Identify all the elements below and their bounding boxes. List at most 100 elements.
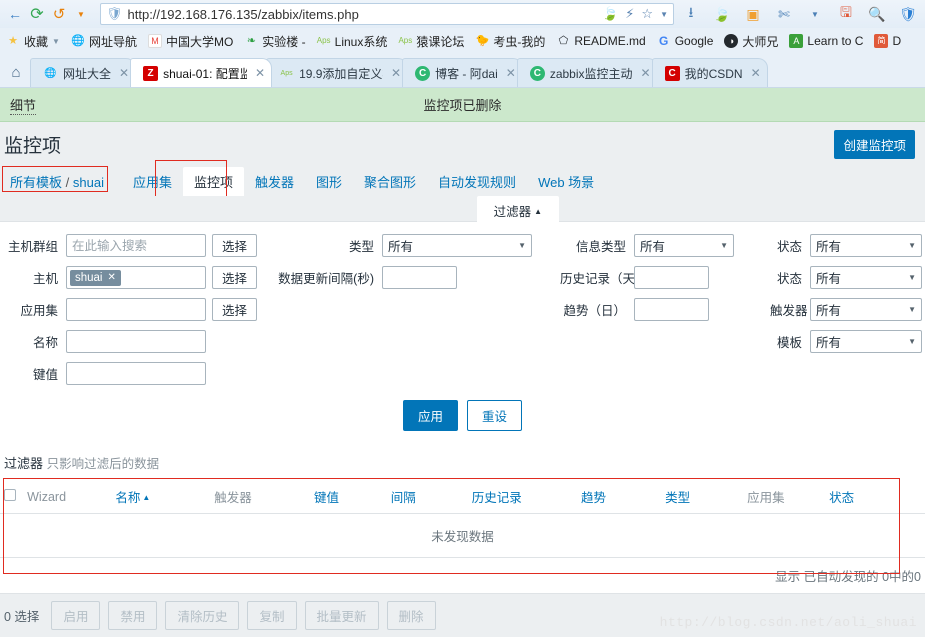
column-trends[interactable]: 趋势	[577, 480, 662, 514]
enable-button[interactable]: 启用	[51, 601, 101, 630]
leaf-icon[interactable]: 🍃	[602, 6, 618, 22]
triggers-select[interactable]: 所有 ▼	[810, 298, 922, 321]
screenshot-icon[interactable]: 🖫	[835, 3, 857, 25]
bookmark-item[interactable]: M 中国大学MO	[147, 33, 233, 50]
bookmark-item[interactable]: G Google	[657, 34, 713, 48]
host-select-button[interactable]: 选择	[212, 266, 258, 289]
chevron-down-icon[interactable]: ▼	[660, 10, 668, 19]
lightning-icon[interactable]: ⚡	[625, 6, 634, 22]
column-key[interactable]: 键值	[310, 480, 387, 514]
magnifier-icon[interactable]: 🔍	[866, 3, 888, 25]
undo-icon[interactable]: ↺	[48, 3, 70, 25]
filter-field-host: 主机 shuai ✕ 选择	[0, 266, 272, 289]
back-arrow-icon[interactable]: ←	[4, 3, 26, 25]
column-history[interactable]: 历史记录	[467, 480, 578, 514]
chevron-down-icon[interactable]: ▼	[804, 3, 826, 25]
browser-tab[interactable]: C 博客 - 阿dai ✕	[402, 58, 523, 87]
nav-tab-web[interactable]: Web 场景	[527, 167, 605, 196]
filter-toggle-tab[interactable]: 过滤器 ▲	[476, 196, 559, 225]
bookmark-item[interactable]: 简 D	[874, 34, 901, 48]
column-interval[interactable]: 间隔	[386, 480, 468, 514]
status-select[interactable]: 所有 ▼	[810, 234, 922, 257]
scissors-icon[interactable]: ✄	[773, 3, 795, 25]
message-details-toggle[interactable]: 细节	[10, 95, 37, 115]
key-input[interactable]	[66, 362, 206, 385]
update-interval-input[interactable]	[382, 266, 457, 289]
breadcrumb-current[interactable]: shuai	[73, 175, 104, 190]
browser-tab[interactable]: Aps 19.9添加自定义模 ✕	[266, 58, 409, 87]
bookmark-item[interactable]: Aps 猿课论坛	[398, 33, 464, 50]
nav-tab-triggers[interactable]: 触发器	[244, 167, 305, 196]
browser-tab-active[interactable]: Z shuai-01: 配置监 ✕	[130, 58, 273, 87]
template-select[interactable]: 所有 ▼	[810, 330, 922, 353]
value-type-select[interactable]: 所有 ▼	[634, 234, 734, 257]
page-title-row: 监控项 创建监控项	[0, 122, 925, 161]
close-icon[interactable]: ✕	[638, 66, 651, 80]
bookmark-item[interactable]: ★ 收藏 ▼	[6, 33, 60, 50]
create-item-button[interactable]: 创建监控项	[834, 130, 915, 159]
disable-button[interactable]: 禁用	[108, 601, 158, 630]
state-select[interactable]: 所有 ▼	[810, 266, 922, 289]
close-icon[interactable]: ✕	[108, 272, 116, 283]
hostgroup-input[interactable]	[66, 234, 206, 257]
apply-button[interactable]: 应用	[402, 400, 458, 431]
nav-tab-applications[interactable]: 应用集	[122, 167, 183, 196]
leaf-icon[interactable]: 🍃	[711, 3, 733, 25]
browser-tab[interactable]: 🌐 网址大全 ✕	[30, 58, 137, 87]
breadcrumb-root[interactable]: 所有模板	[10, 175, 62, 190]
application-input[interactable]	[66, 298, 206, 321]
checkbox-icon[interactable]	[4, 489, 16, 501]
nav-tabs: 应用集 监控项 触发器 图形 聚合图形 自动发现规则 Web 场景	[122, 167, 605, 196]
chevron-down-icon[interactable]: ▼	[70, 3, 92, 25]
breadcrumb[interactable]: 所有模板 / shuai	[4, 168, 110, 195]
star-icon[interactable]: ☆	[641, 6, 653, 22]
filter-field-template: 模板 所有 ▼	[770, 330, 925, 353]
reload-icon[interactable]: ⟳	[26, 3, 48, 25]
bookmark-item[interactable]: ⬠ README.md	[556, 34, 646, 48]
nav-tab-screens[interactable]: 聚合图形	[353, 167, 427, 196]
column-wizard: Wizard	[23, 480, 112, 514]
home-icon[interactable]: ⌂	[2, 57, 30, 87]
address-bar[interactable]: 🛡 http://192.168.176.135/zabbix/items.ph…	[100, 3, 674, 25]
mobile-send-icon[interactable]: ▣	[742, 3, 764, 25]
trends-input[interactable]	[634, 298, 709, 321]
select-all-cell[interactable]	[0, 480, 24, 514]
nav-tab-items[interactable]: 监控项	[182, 167, 244, 196]
close-icon[interactable]: ✕	[748, 66, 761, 80]
bookmark-item[interactable]: ◑ 大师兄	[724, 33, 778, 50]
table-header-row: Wizard 名称 ▲ 触发器 键值 间隔 历史记录 趋势 类型 应用集 状态	[0, 480, 925, 514]
column-name[interactable]: 名称 ▲	[111, 480, 211, 514]
bookmark-item[interactable]: 🐤 考虫-我的	[475, 33, 546, 50]
bookmark-item[interactable]: A Learn to C	[789, 34, 863, 48]
mass-update-button[interactable]: 批量更新	[304, 601, 379, 630]
bookmark-item[interactable]: 🌐 网址导航	[71, 33, 137, 50]
host-multiselect[interactable]: shuai ✕	[66, 266, 206, 289]
name-input[interactable]	[66, 330, 206, 353]
close-icon[interactable]: ✕	[503, 66, 516, 80]
column-status[interactable]: 状态	[825, 480, 925, 514]
filter-field-update-interval: 数据更新间隔(秒)	[272, 266, 560, 289]
close-icon[interactable]: ✕	[252, 66, 265, 80]
copy-button[interactable]: 复制	[247, 601, 297, 630]
download-icon[interactable]: ⭳	[680, 3, 702, 25]
delete-button[interactable]: 删除	[386, 601, 436, 630]
bookmark-item[interactable]: Aps Linux系统	[317, 33, 388, 50]
reset-button[interactable]: 重设	[467, 400, 523, 431]
nav-tab-graphs[interactable]: 图形	[305, 167, 353, 196]
type-select[interactable]: 所有 ▼	[382, 234, 532, 257]
filter-label-key: 键值	[32, 368, 58, 382]
clear-history-button[interactable]: 清除历史	[165, 601, 240, 630]
bookmark-item[interactable]: ❧ 实验楼 -	[244, 33, 306, 50]
shield-blue-icon[interactable]: 🛡	[897, 3, 919, 25]
host-chip[interactable]: shuai ✕	[70, 269, 121, 286]
chevron-down-icon[interactable]: ▼	[52, 37, 60, 46]
column-type[interactable]: 类型	[661, 480, 744, 514]
close-icon[interactable]: ✕	[116, 66, 129, 80]
close-icon[interactable]: ✕	[388, 66, 401, 80]
browser-tab[interactable]: C zabbix监控主动 ✕	[516, 58, 658, 87]
nav-tab-discovery[interactable]: 自动发现规则	[427, 167, 527, 196]
browser-tab[interactable]: C 我的CSDN ✕	[651, 58, 768, 87]
hostgroup-select-button[interactable]: 选择	[212, 234, 258, 257]
history-input[interactable]	[634, 266, 709, 289]
application-select-button[interactable]: 选择	[212, 298, 258, 321]
